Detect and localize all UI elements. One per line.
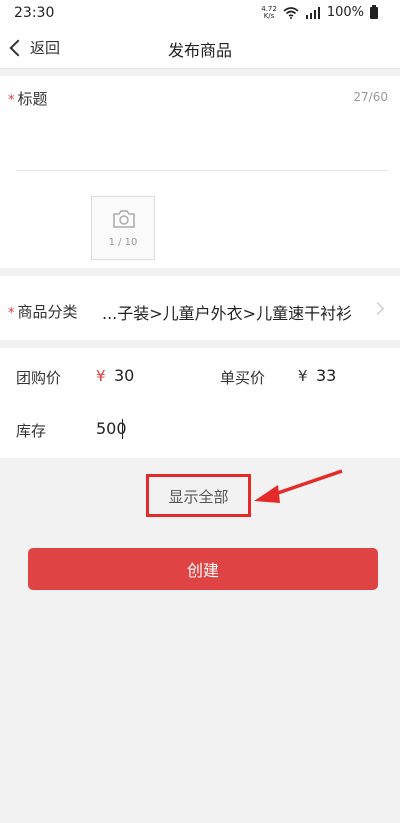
title-label-text: 标题 — [17, 90, 48, 108]
title-section: * 标题 27/60 1 / 10 — [0, 76, 400, 268]
camera-icon — [113, 210, 135, 228]
group-price-currency: ¥ — [96, 367, 106, 385]
single-price-currency: ¥ — [298, 367, 308, 385]
title-label: * 标题 — [8, 88, 48, 109]
signal-icon — [305, 6, 320, 19]
category-row[interactable]: * 商品分类 ...子装>儿童户外衣>儿童速干衬衫 — [0, 276, 400, 340]
back-label: 返回 — [30, 39, 61, 57]
stock-label: 库存 — [16, 422, 47, 440]
back-button[interactable]: 返回 — [9, 37, 61, 58]
battery-icon — [370, 4, 378, 19]
chevron-left-icon — [9, 39, 27, 57]
wifi-icon — [283, 6, 299, 19]
create-button[interactable]: 创建 — [28, 548, 378, 590]
battery-percent: 100% — [326, 5, 364, 20]
annotation-arrow-icon — [254, 469, 343, 503]
price-section: 团购价 ¥ 30 单买价 ¥ 33 库存 500 — [0, 348, 400, 458]
text-cursor — [122, 419, 123, 439]
category-label-text: 商品分类 — [17, 303, 78, 321]
required-mark: * — [8, 93, 15, 108]
single-price-input[interactable]: 33 — [316, 366, 336, 385]
group-price-label: 团购价 — [16, 369, 62, 387]
category-label: * 商品分类 — [8, 301, 78, 322]
status-bar: 23:30 4.72 K/s 100% — [0, 0, 400, 28]
photo-count: 1 / 10 — [108, 237, 138, 248]
group-price-input[interactable]: 30 — [114, 366, 134, 385]
network-speed: 4.72 K/s — [261, 5, 277, 20]
show-all-button[interactable]: 显示全部 — [146, 486, 251, 507]
status-icons: 4.72 K/s 100% — [261, 4, 378, 20]
category-value: ...子装>儿童户外衣>儿童速干衬衫 — [102, 304, 353, 323]
net-speed-unit: K/s — [263, 11, 275, 20]
single-price-label: 单买价 — [220, 369, 266, 387]
title-input[interactable] — [16, 116, 388, 171]
photo-upload-button[interactable]: 1 / 10 — [91, 196, 155, 260]
status-time: 23:30 — [14, 5, 55, 21]
nav-bar: 发布商品 返回 — [0, 28, 400, 69]
required-mark: * — [8, 306, 15, 321]
chevron-right-icon — [371, 302, 384, 315]
title-char-counter: 27/60 — [353, 90, 388, 104]
